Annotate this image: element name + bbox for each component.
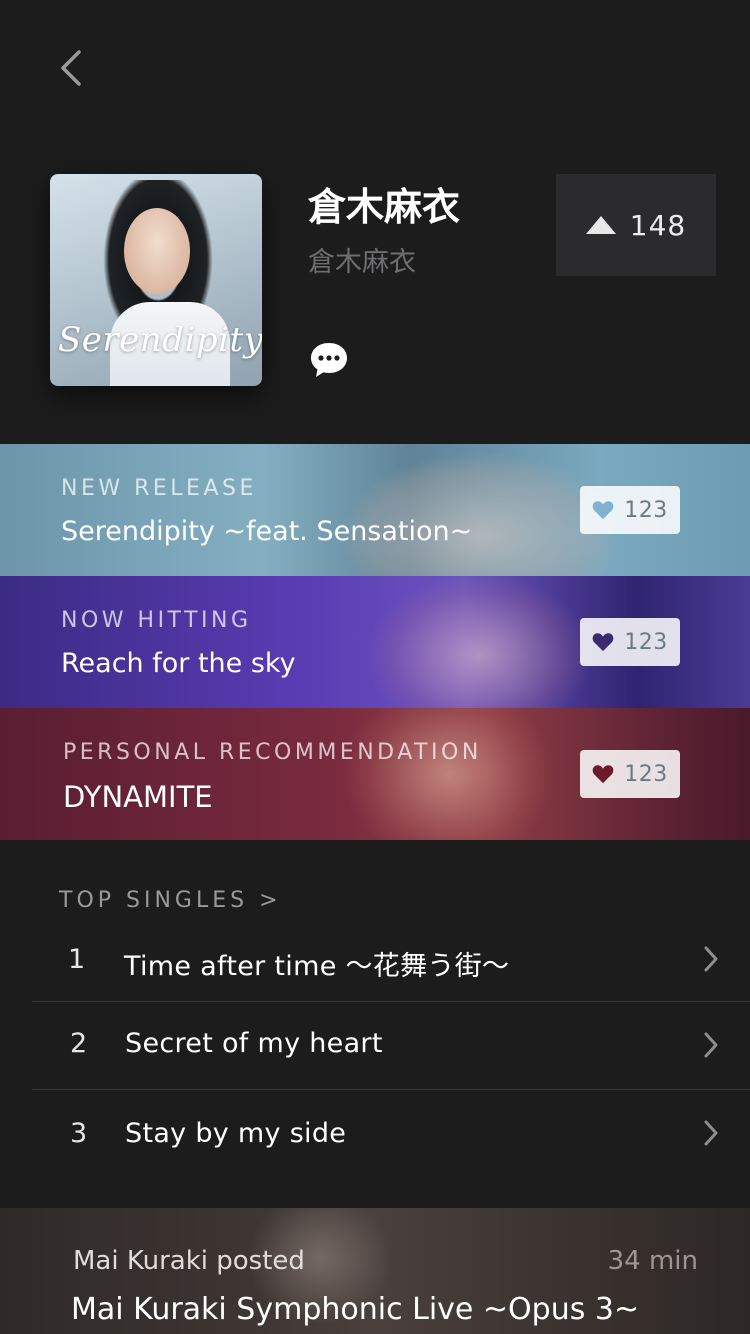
single-rank: 1 xyxy=(68,944,86,975)
album-cover[interactable]: Serendipity xyxy=(50,174,262,386)
banner-title: Reach for the sky xyxy=(61,648,296,679)
banner-title: Serendipity ~feat. Sensation~ xyxy=(61,516,473,547)
banner-now-hitting[interactable]: NOW HITTING Reach for the sky 123 xyxy=(0,576,750,708)
album-cover-face xyxy=(124,208,190,294)
post-title: Mai Kuraki Symphonic Live ~Opus 3~ xyxy=(71,1292,640,1327)
like-button[interactable]: 123 xyxy=(580,486,680,534)
chevron-right-icon xyxy=(704,1120,718,1146)
banner-tag: NOW HITTING xyxy=(61,608,252,633)
like-button[interactable]: 123 xyxy=(580,618,680,666)
heart-icon xyxy=(592,765,614,784)
banner-personal-recommendation[interactable]: PERSONAL RECOMMENDATION DYNAMITE 123 xyxy=(0,708,750,840)
divider xyxy=(32,1089,750,1090)
like-count: 123 xyxy=(624,497,668,523)
single-title: Time after time ～花舞う街～ xyxy=(124,951,510,982)
banner-tag: NEW RELEASE xyxy=(61,476,257,501)
chevron-right-icon xyxy=(704,946,718,972)
banner-tag: PERSONAL RECOMMENDATION xyxy=(63,740,482,765)
speech-bubble-icon xyxy=(311,343,347,377)
like-button[interactable]: 123 xyxy=(580,750,680,798)
banner-title: DYNAMITE xyxy=(63,780,213,814)
single-row[interactable]: 2 Secret of my heart xyxy=(32,1020,750,1086)
artist-page: Serendipity 倉木麻衣 倉木麻衣 148 NEW RELEASE Se… xyxy=(0,0,750,1334)
heart-icon xyxy=(592,501,614,520)
artist-name: 倉木麻衣 xyxy=(308,185,461,229)
post-author: Mai Kuraki posted xyxy=(73,1246,305,1276)
comment-button[interactable] xyxy=(308,340,350,380)
chevron-left-icon xyxy=(61,50,81,86)
single-rank: 3 xyxy=(70,1118,88,1149)
single-row[interactable]: 3 Stay by my side xyxy=(32,1108,750,1174)
upvote-button[interactable]: 148 xyxy=(556,174,716,276)
top-singles-heading[interactable]: TOP SINGLES > xyxy=(59,888,282,913)
banner-new-release[interactable]: NEW RELEASE Serendipity ~feat. Sensation… xyxy=(0,444,750,576)
album-cover-title: Serendipity xyxy=(58,320,262,360)
single-row[interactable]: 1 Time after time ～花舞う街～ xyxy=(32,936,750,1000)
single-title: Stay by my side xyxy=(125,1118,347,1149)
back-button[interactable] xyxy=(52,44,92,92)
upvote-triangle-icon xyxy=(585,216,616,234)
chevron-right-icon xyxy=(704,1032,718,1058)
post-card[interactable]: Mai Kuraki posted 34 min Mai Kuraki Symp… xyxy=(0,1208,750,1334)
like-count: 123 xyxy=(624,761,668,787)
artist-name-subtitle: 倉木麻衣 xyxy=(308,247,416,278)
upvote-count: 148 xyxy=(629,208,687,242)
single-rank: 2 xyxy=(70,1028,88,1059)
like-count: 123 xyxy=(624,629,668,655)
single-title: Secret of my heart xyxy=(125,1028,383,1059)
post-timestamp: 34 min xyxy=(607,1246,698,1276)
divider xyxy=(32,1001,750,1002)
heart-icon xyxy=(592,633,614,652)
